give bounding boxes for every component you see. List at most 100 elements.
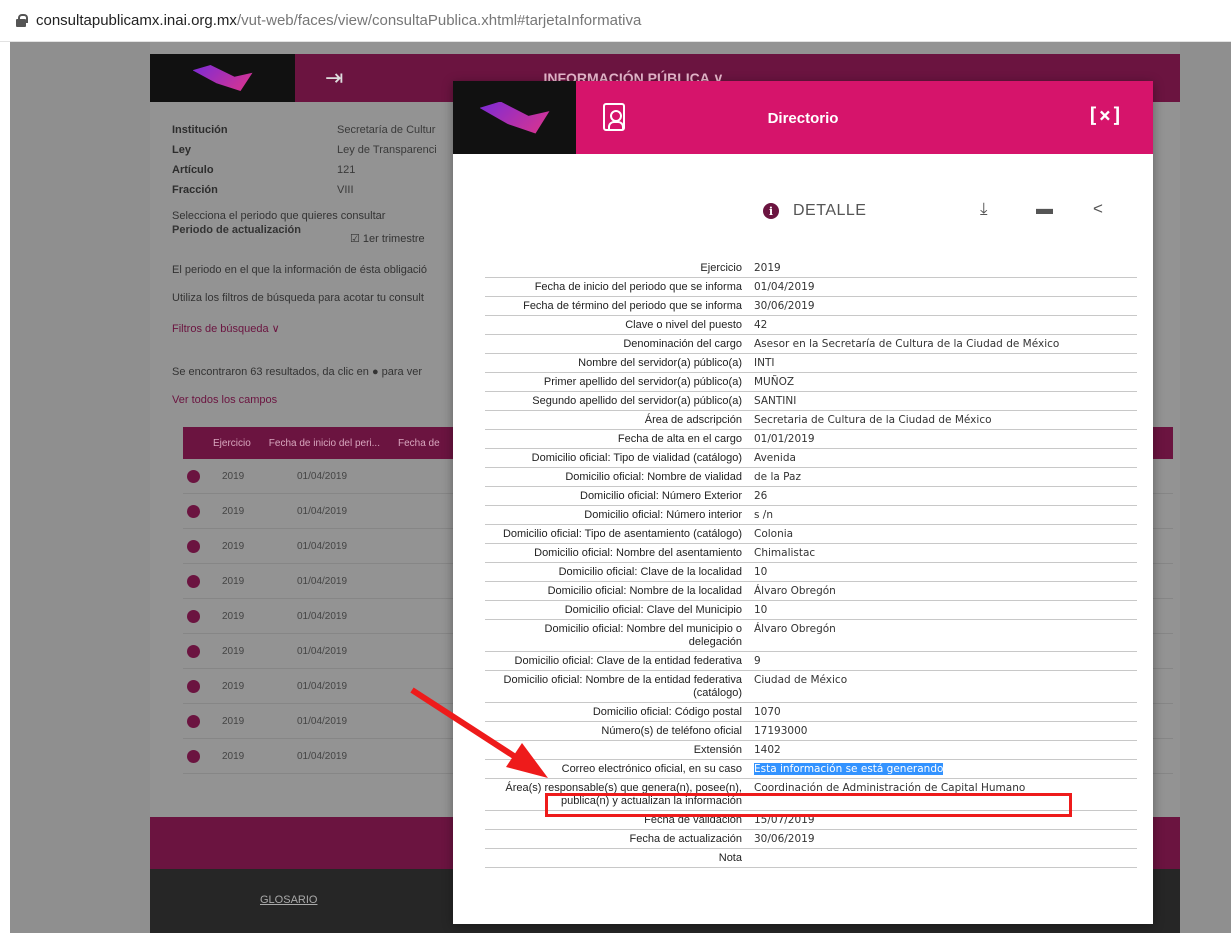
info-icon[interactable] [187, 644, 200, 658]
detail-field-label: Fecha de alta en el cargo [485, 429, 748, 449]
detail-field-value: 9 [748, 651, 1137, 671]
detail-field-label: Domicilio oficial: Clave de la entidad f… [485, 651, 748, 671]
annotation-highlight-box [545, 793, 1072, 817]
detail-row: Fecha de alta en el cargo 01/01/2019 [485, 429, 1137, 449]
detail-field-label: Clave o nivel del puesto [485, 315, 748, 335]
detail-field-value: Avenida [748, 448, 1137, 468]
detail-field-label: Domicilio oficial: Clave de la localidad [485, 562, 748, 582]
detail-field-label: Ejercicio [485, 259, 748, 278]
detail-row: Fecha de actualización 30/06/2019 [485, 829, 1137, 849]
detail-field-label: Extensión [485, 740, 748, 760]
filters-link[interactable]: Filtros de búsqueda ∨ [172, 322, 280, 335]
detail-field-value: 01/01/2019 [748, 429, 1137, 449]
period-label: Periodo de actualización [172, 224, 301, 236]
detail-field-label: Nota [485, 848, 748, 868]
info-icon[interactable] [187, 469, 200, 483]
detail-field-label: Primer apellido del servidor(a) público(… [485, 372, 748, 392]
detail-row: Domicilio oficial: Tipo de vialidad (cat… [485, 448, 1137, 468]
detail-field-label: Fecha de inicio del periodo que se infor… [485, 277, 748, 297]
detail-bar: i DETALLE [763, 202, 866, 220]
detail-field-value: 30/06/2019 [748, 296, 1137, 316]
detail-row: Correo electrónico oficial, en su caso Es… [485, 759, 1137, 779]
detail-row: Domicilio oficial: Clave de la localidad… [485, 562, 1137, 582]
detail-field-label: Domicilio oficial: Número interior [485, 505, 748, 525]
detail-row: Segundo apellido del servidor(a) público… [485, 391, 1137, 411]
info-icon[interactable] [187, 574, 200, 588]
detail-field-value: 26 [748, 486, 1137, 506]
all-fields-link[interactable]: Ver todos los campos [172, 394, 277, 406]
detail-field-value: 10 [748, 562, 1137, 582]
url-path: /vut-web/faces/view/consultaPublica.xhtm… [236, 12, 642, 29]
info-icon[interactable] [187, 609, 200, 623]
detail-field-label: Correo electrónico oficial, en su caso [485, 759, 748, 779]
detail-row: Clave o nivel del puesto 42 [485, 315, 1137, 335]
detail-field-value: 17193000 [748, 721, 1137, 741]
institution-info: Institución Secretaría de Cultur Ley Ley d… [172, 124, 437, 196]
detail-table: Ejercicio 2019 Fecha de inicio del periodo… [485, 259, 1137, 868]
detail-row: Domicilio oficial: Clave de la entidad f… [485, 651, 1137, 671]
detail-row: Primer apellido del servidor(a) público(… [485, 372, 1137, 392]
detail-row: Domicilio oficial: Nombre del asentamien… [485, 543, 1137, 563]
lock-icon [14, 13, 28, 28]
detail-field-value: Chimalistac [748, 543, 1137, 563]
period-prompt: Selecciona el periodo que quieres consul… [172, 210, 386, 222]
detail-field-label: Área de adscripción [485, 410, 748, 430]
detail-field-label: Domicilio oficial: Clave del Municipio [485, 600, 748, 620]
glossary-link[interactable]: GLOSARIO [260, 894, 317, 906]
detail-field-label: Domicilio oficial: Nombre del municipio … [485, 619, 748, 652]
detail-field-value: de la Paz [748, 467, 1137, 487]
download-icon[interactable]: ⤓ [980, 199, 988, 219]
detail-label: DETALLE [793, 202, 867, 219]
detail-row: Domicilio oficial: Número interior s /n [485, 505, 1137, 525]
detail-row: Extensión 1402 [485, 740, 1137, 760]
info-icon[interactable] [187, 749, 200, 763]
detail-row: Domicilio oficial: Nombre de la localida… [485, 581, 1137, 601]
detail-field-label: Domicilio oficial: Tipo de vialidad (cat… [485, 448, 748, 468]
detail-row: Domicilio oficial: Código postal 1070 [485, 702, 1137, 722]
info-icon[interactable] [187, 714, 200, 728]
detail-field-label: Fecha de término del periodo que se info… [485, 296, 748, 316]
detail-field-value: 1402 [748, 740, 1137, 760]
info-icon[interactable] [187, 679, 200, 693]
detail-field-value: Álvaro Obregón [748, 581, 1137, 601]
detail-field-label: Segundo apellido del servidor(a) público… [485, 391, 748, 411]
detail-row: Domicilio oficial: Nombre de vialidad de … [485, 467, 1137, 487]
detail-row: Denominación del cargo Asesor en la Secre… [485, 334, 1137, 354]
info-icon: i [763, 203, 779, 219]
detail-row: Número(s) de teléfono oficial 17193000 [485, 721, 1137, 741]
modal-header: Directorio [×] [453, 81, 1153, 154]
detail-field-value: Ciudad de México [748, 670, 1137, 703]
period-option[interactable]: ☑ 1er trimestre [350, 232, 425, 245]
address-bar[interactable]: consultapublicamx.inai.org.mx/vut-web/fa… [0, 0, 1231, 42]
detail-field-label: Denominación del cargo [485, 334, 748, 354]
filters-hint: Utiliza los filtros de búsqueda para aco… [172, 292, 424, 304]
close-icon[interactable]: [×] [1087, 103, 1123, 127]
detail-field-value: 1070 [748, 702, 1137, 722]
detail-field-value: 2019 [748, 259, 1137, 278]
share-icon[interactable]: < [1093, 199, 1103, 219]
info-icon[interactable] [187, 504, 200, 518]
print-icon[interactable]: ▬ [1036, 199, 1053, 219]
detail-field-value: MUÑOZ [748, 372, 1137, 392]
detail-row: Domicilio oficial: Clave del Municipio 10 [485, 600, 1137, 620]
detail-field-value: Secretaria de Cultura de la Ciudad de Mé… [748, 410, 1137, 430]
info-icon[interactable] [187, 539, 200, 553]
detail-row: Área de adscripción Secretaria de Cultura… [485, 410, 1137, 430]
login-icon[interactable]: ⇥ [325, 65, 343, 91]
detail-field-value: s /n [748, 505, 1137, 525]
obligation-text: El periodo en el que la información de é… [172, 264, 427, 276]
detail-row: Domicilio oficial: Nombre de la entidad … [485, 670, 1137, 703]
detail-row: Nombre del servidor(a) público(a) INTI [485, 353, 1137, 373]
detail-field-label: Domicilio oficial: Nombre de la entidad … [485, 670, 748, 703]
detail-row: Fecha de inicio del periodo que se infor… [485, 277, 1137, 297]
detail-row: Ejercicio 2019 [485, 259, 1137, 278]
detail-field-label: Domicilio oficial: Nombre del asentamien… [485, 543, 748, 563]
detail-row: Domicilio oficial: Número Exterior 26 [485, 486, 1137, 506]
detail-row: Nota [485, 848, 1137, 868]
detail-row: Domicilio oficial: Tipo de asentamiento … [485, 524, 1137, 544]
detail-field-value: 42 [748, 315, 1137, 335]
url-host: consultapublicamx.inai.org.mx [36, 12, 237, 29]
detail-field-label: Domicilio oficial: Código postal [485, 702, 748, 722]
selected-text[interactable]: Esta información se está generando [754, 763, 944, 775]
detail-field-value [748, 848, 1137, 868]
